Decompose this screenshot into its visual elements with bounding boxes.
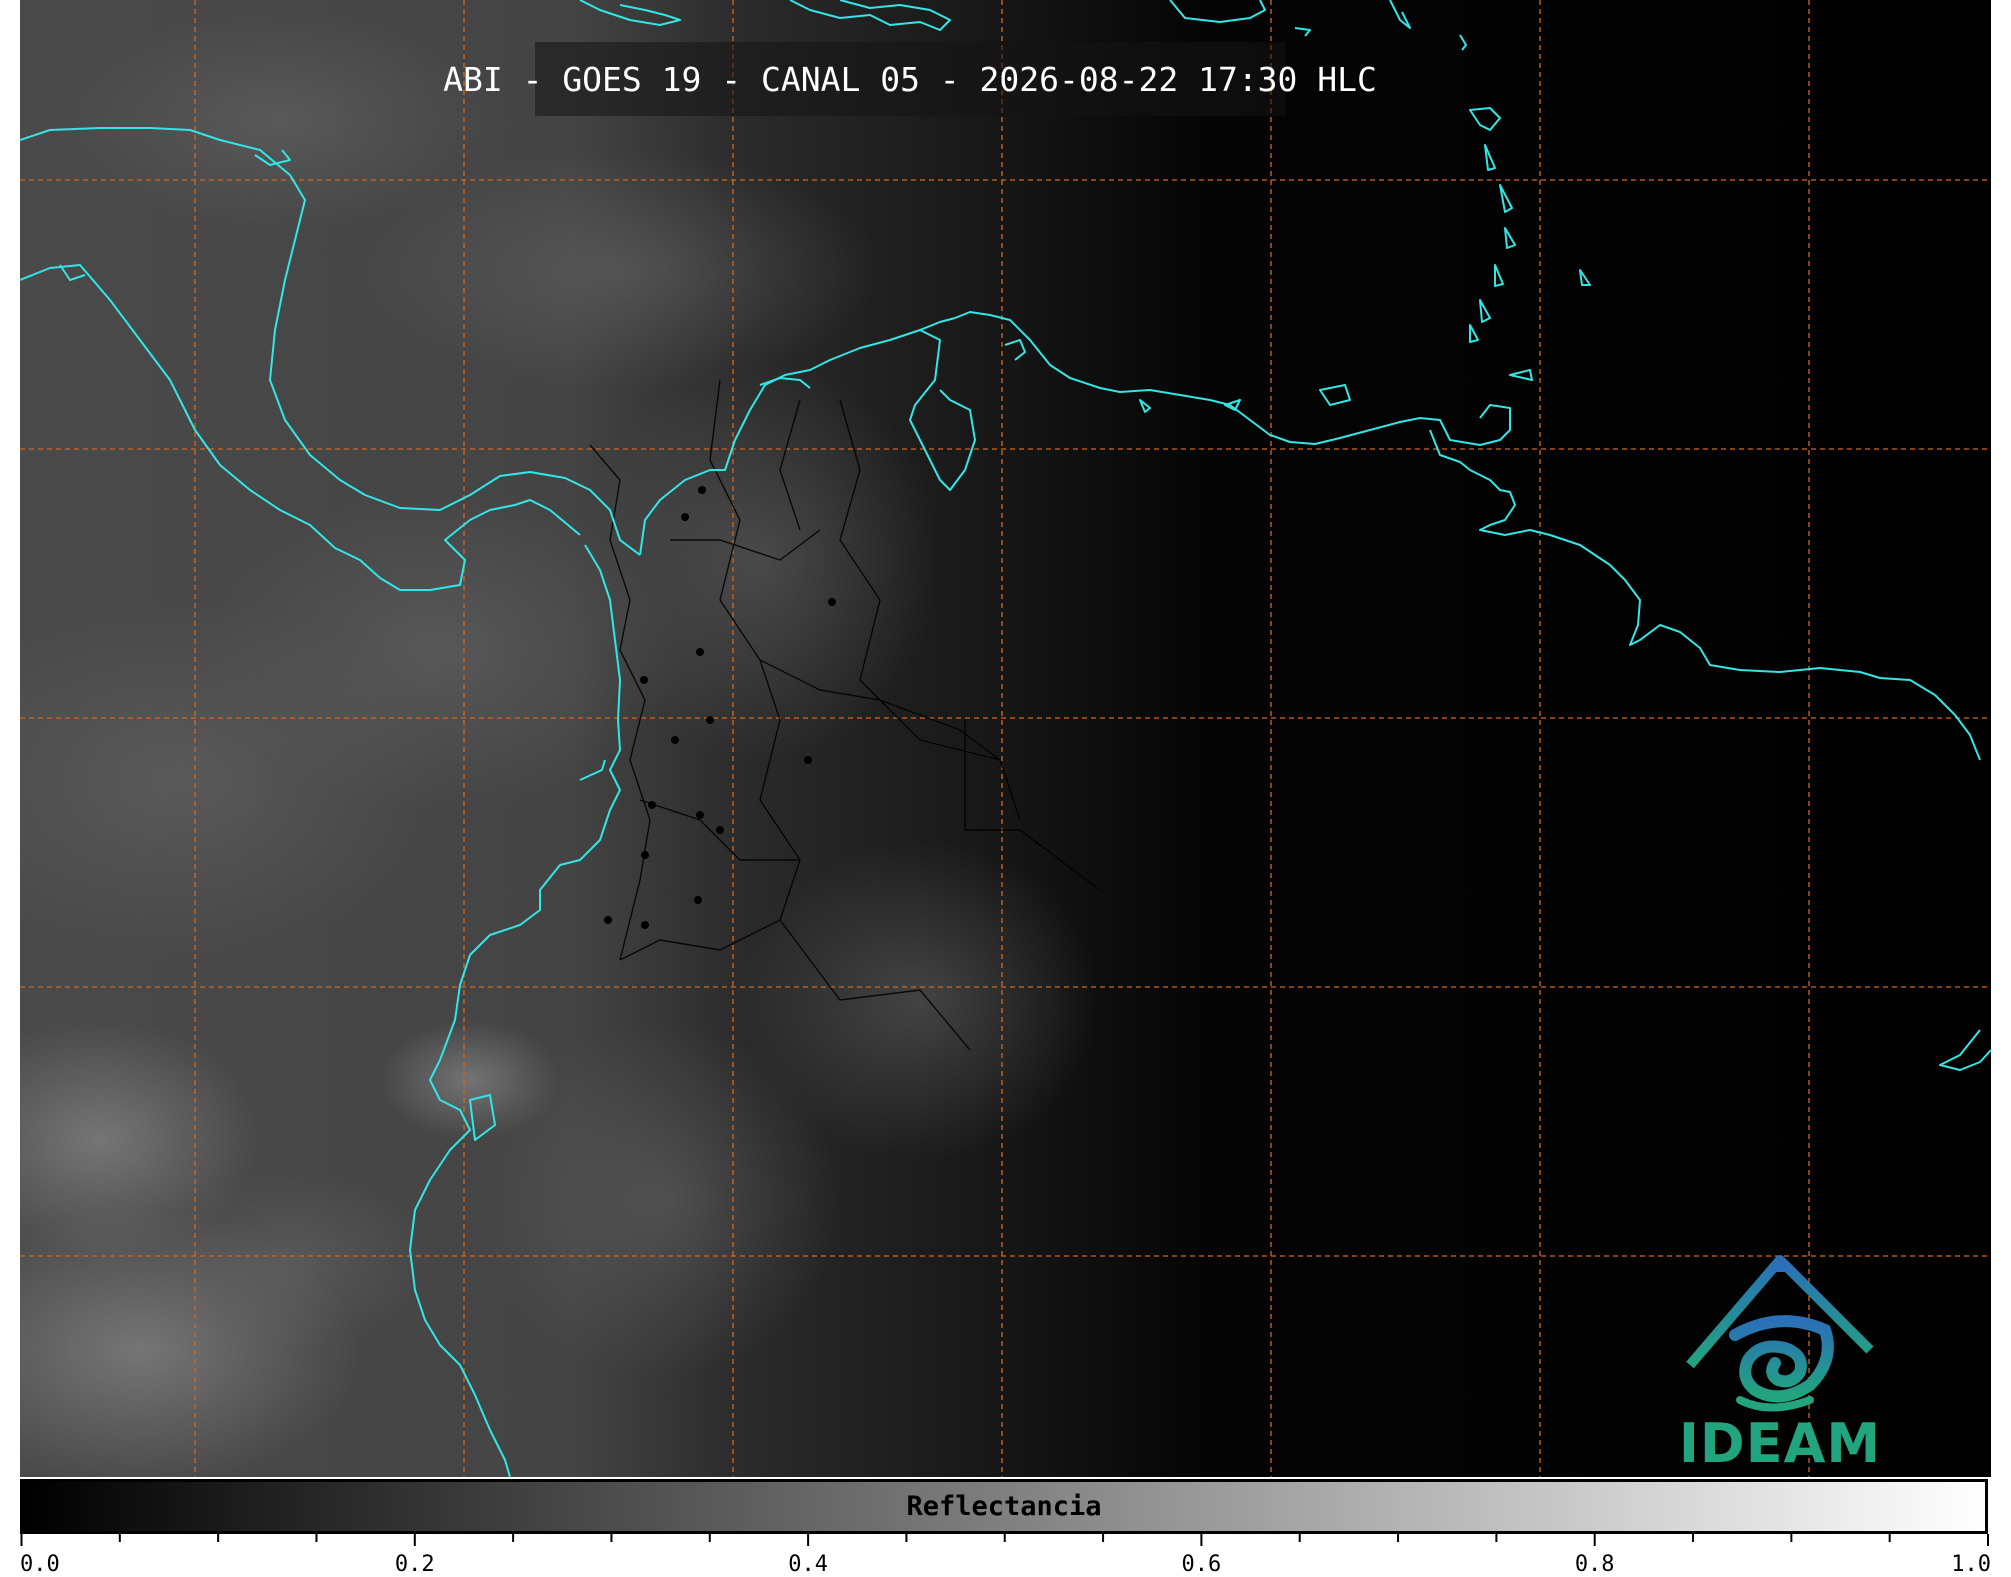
colorbar-tick-label: 0.0 (20, 1552, 60, 1577)
map-title: ABI - GOES 19 - CANAL 05 - 2026-08-22 17… (443, 59, 1377, 99)
title-box: ABI - GOES 19 - CANAL 05 - 2026-08-22 17… (443, 42, 1377, 116)
colorbar: Reflectancia (20, 1479, 1988, 1534)
satellite-map: ABI - GOES 19 - CANAL 05 - 2026-08-22 17… (20, 0, 1991, 1477)
colorbar-tick-label: 0.2 (395, 1552, 435, 1577)
ideam-logo-icon (1686, 1255, 1874, 1412)
colorbar-tick-label: 0.8 (1575, 1552, 1615, 1577)
colorbar-ticks: 0.0 0.2 0.4 0.6 0.8 1.0 (20, 1534, 1991, 1577)
colorbar-tick-label: 0.4 (788, 1552, 828, 1577)
colorbar-tick-label: 1.0 (1951, 1552, 1991, 1577)
ideam-logo: IDEAM (1660, 1250, 1900, 1475)
colorbar-tick-label: 0.6 (1182, 1552, 1222, 1577)
ideam-logo-text: IDEAM (1678, 1412, 1882, 1475)
colorbar-label: Reflectancia (906, 1491, 1102, 1522)
